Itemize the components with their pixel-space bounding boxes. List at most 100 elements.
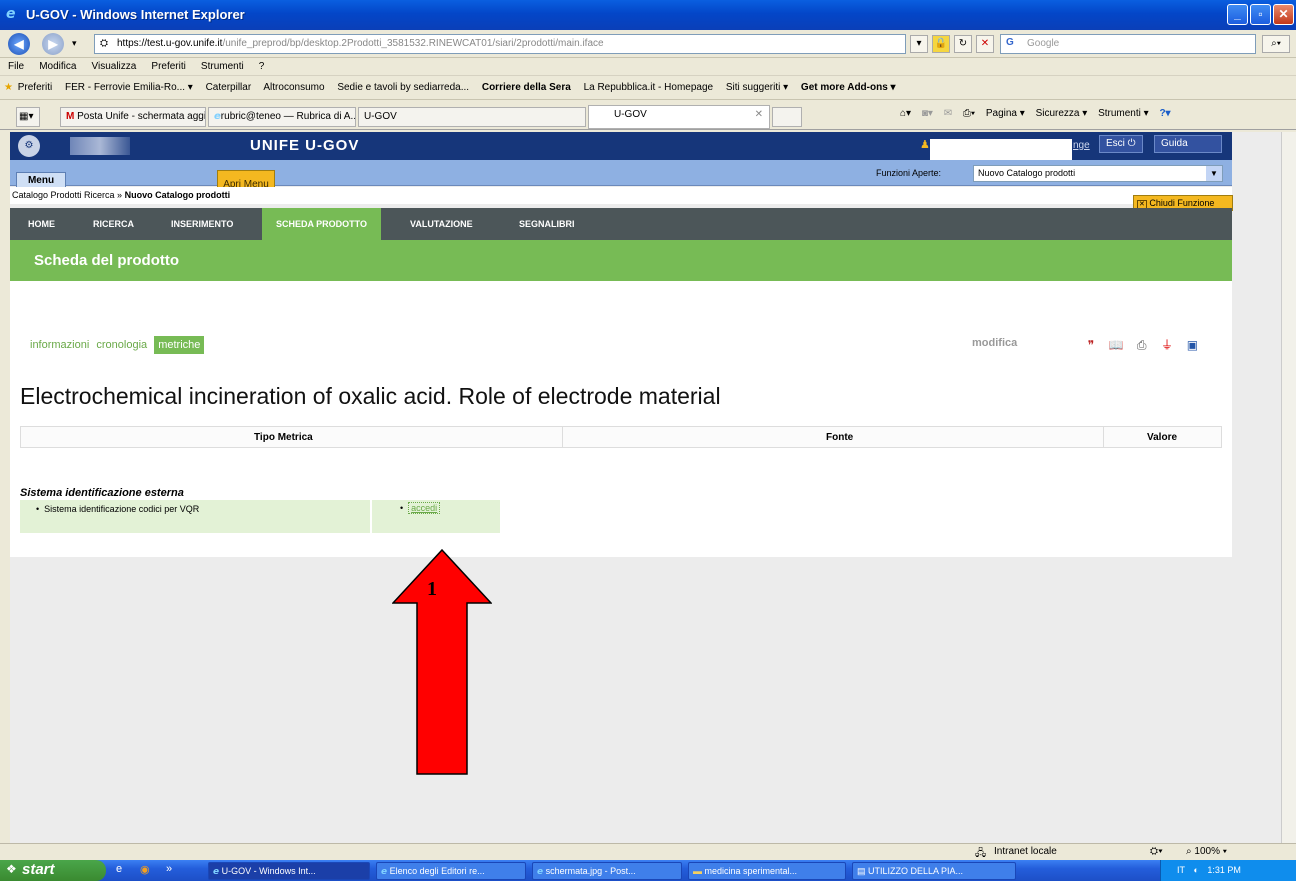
group-title: Sistema identificazione esterna xyxy=(20,487,184,499)
window-title: U-GOV - Windows Internet Explorer xyxy=(26,7,245,22)
mail-icon[interactable]: ✉ xyxy=(944,108,952,119)
fav-get-addons[interactable]: Get more Add-ons ▾ xyxy=(801,82,896,93)
maximize-button[interactable]: ▫ xyxy=(1250,4,1271,25)
menu-visualizza[interactable]: Visualizza xyxy=(92,61,137,72)
quick-tabs-icon[interactable]: ▦▾ xyxy=(16,107,40,127)
change-link[interactable]: nge xyxy=(1073,140,1090,151)
vertical-scrollbar[interactable] xyxy=(1281,132,1296,850)
address-toolbar: ◀ ▶ ▾ ⛭ https://test.u-gov.unife.it/unif… xyxy=(0,30,1296,58)
menu-preferiti[interactable]: Preferiti xyxy=(151,61,185,72)
task-elenco[interactable]: e Elenco degli Editori re... xyxy=(376,862,526,880)
task-ugov[interactable]: e U-GOV - Windows Int... xyxy=(208,862,370,880)
menu-file[interactable]: File xyxy=(8,61,24,72)
google-logo-icon: G xyxy=(1006,37,1014,48)
close-window-button[interactable]: ✕ xyxy=(1273,4,1294,25)
task-medicina[interactable]: ▬ medicina sperimental... xyxy=(688,862,846,880)
fav-siti-suggeriti[interactable]: Siti suggeriti ▾ xyxy=(726,82,788,93)
fav-sediarreda[interactable]: Sedie e tavoli by sediarreda... xyxy=(337,82,469,93)
cmd-pagina[interactable]: Pagina ▾ xyxy=(986,108,1025,119)
tab-ugov-active[interactable]: U-GOV ✕ xyxy=(588,105,770,129)
nav-inserimento[interactable]: INSERIMENTO xyxy=(160,208,244,240)
fav-altroconsumo[interactable]: Altroconsumo xyxy=(263,82,324,93)
subtab-informazioni[interactable]: informazioni xyxy=(30,339,89,351)
fav-corriere[interactable]: Corriere della Sera xyxy=(482,82,571,93)
close-tab-icon[interactable]: ✕ xyxy=(755,109,763,120)
breadcrumb-parent[interactable]: Catalogo Prodotti Ricerca » xyxy=(12,190,122,200)
language-indicator[interactable]: IT xyxy=(1177,865,1185,875)
nav-ricerca[interactable]: RICERCA xyxy=(82,208,145,240)
subtab-cronologia[interactable]: cronologia xyxy=(96,339,147,351)
stop-icon[interactable]: ✕ xyxy=(976,35,994,53)
section-header: Scheda del prodotto xyxy=(10,240,1232,281)
new-tab-button[interactable] xyxy=(772,107,802,127)
main-nav: HOME RICERCA INSERIMENTO SCHEDA PRODOTTO… xyxy=(10,208,1232,240)
app-brand: UNIFE U-GOV xyxy=(250,137,360,154)
task-utilizzo[interactable]: ▤ UTILIZZO DELLA PIA... xyxy=(852,862,1016,880)
task-schermata[interactable]: e schermata.jpg - Post... xyxy=(532,862,682,880)
url-host: https://test.u-gov.unife.it xyxy=(117,38,223,49)
favorites-bar: ★ Preferiti FER - Ferrovie Emilia-Ro... … xyxy=(0,76,1296,100)
metrics-table-header: Tipo Metrica Fonte Valore xyxy=(20,426,1222,448)
cmd-strumenti[interactable]: Strumenti ▾ xyxy=(1098,108,1149,119)
printer-icon[interactable]: ⎙ xyxy=(1133,338,1151,353)
help-icon[interactable]: ?▾ xyxy=(1159,108,1170,119)
feeds-icon[interactable]: ◙▾ xyxy=(922,108,933,119)
zoom-control[interactable]: ⌕ 100% ▾ xyxy=(1186,846,1227,857)
window-titlebar: e U-GOV - Windows Internet Explorer _ ▫ … xyxy=(0,0,1296,30)
page-viewport: ⚙ UNIFE U-GOV ♟ nge Esci ⏻ Guida Menu Ap… xyxy=(10,132,1281,850)
user-name-field xyxy=(930,139,1072,161)
cmd-sicurezza[interactable]: Sicurezza ▾ xyxy=(1036,108,1088,119)
nav-home[interactable]: HOME xyxy=(17,208,66,240)
back-button[interactable]: ◀ xyxy=(8,33,30,55)
subtab-metriche[interactable]: metriche xyxy=(154,336,205,354)
fav-caterpillar[interactable]: Caterpillar xyxy=(206,82,252,93)
annotation-number: 1 xyxy=(427,578,437,600)
tab-posta-unife[interactable]: M Posta Unife - schermata aggi... xyxy=(60,107,206,127)
protected-mode-icon[interactable]: ⛭▾ xyxy=(1150,846,1163,857)
clock[interactable]: 1:31 PM xyxy=(1207,865,1241,875)
tab-rubrica[interactable]: erubric@teneo — Rubrica di A... xyxy=(208,107,356,127)
sub-tabs: informazioni cronologia metriche xyxy=(30,336,208,354)
seal-icon: ⚙ xyxy=(18,135,40,157)
refresh-icon[interactable]: ↻ xyxy=(954,35,972,53)
modifica-link[interactable]: modifica xyxy=(972,337,1017,349)
lock-icon[interactable]: 🔒 xyxy=(932,35,950,53)
history-dropdown-icon[interactable]: ▾ xyxy=(72,38,77,49)
print-icon[interactable]: ⎙▾ xyxy=(963,108,975,119)
address-dropdown-icon[interactable]: ▾ xyxy=(910,35,928,53)
accedi-link[interactable]: accedi xyxy=(408,502,441,514)
search-button-icon[interactable]: ⌕▾ xyxy=(1262,35,1290,53)
app-toolbar: Menu Apri Menu Funzioni Aperte: Nuovo Ca… xyxy=(10,160,1232,190)
nav-segnalibri[interactable]: SEGNALIBRI xyxy=(508,208,586,240)
menu-modifica[interactable]: Modifica xyxy=(39,61,76,72)
minimize-button[interactable]: _ xyxy=(1227,4,1248,25)
search-input[interactable]: G Google xyxy=(1000,34,1256,54)
product-card: informazioni cronologia metriche modific… xyxy=(10,281,1232,557)
fav-ferrovie[interactable]: FER - Ferrovie Emilia-Ro... ▾ xyxy=(65,82,193,93)
quicklaunch-more-icon[interactable]: » xyxy=(166,863,172,875)
export-toolbar: ❞ 📖 ⎙ ⏚ ▣ xyxy=(1082,336,1205,353)
nav-scheda-prodotto[interactable]: SCHEDA PRODOTTO xyxy=(262,208,382,240)
row-label: Sistema identificazione codici per VQR xyxy=(44,504,200,514)
pdf-icon[interactable]: ⏚ xyxy=(1158,336,1176,353)
menu-help[interactable]: ? xyxy=(259,61,265,72)
fav-repubblica[interactable]: La Repubblica.it - Homepage xyxy=(584,82,714,93)
nav-valutazione[interactable]: VALUTAZIONE xyxy=(399,208,484,240)
tab-ugov[interactable]: U-GOV xyxy=(358,107,586,127)
chevron-down-icon[interactable]: ▼ xyxy=(1206,166,1222,181)
forward-button[interactable]: ▶ xyxy=(42,33,64,55)
favorites-button[interactable]: Preferiti xyxy=(18,82,52,93)
table-row: • Sistema identificazione codici per VQR… xyxy=(20,500,500,533)
word-icon[interactable]: ▣ xyxy=(1183,338,1201,352)
volume-icon[interactable]: ◐ xyxy=(1193,865,1198,875)
funzioni-select[interactable]: Nuovo Catalogo prodotti ▼ xyxy=(973,165,1223,182)
home-icon[interactable]: ⌂▾ xyxy=(900,108,911,119)
quicklaunch-firefox-icon[interactable]: ◉ xyxy=(140,863,150,876)
address-input[interactable]: ⛭ https://test.u-gov.unife.it/unife_prep… xyxy=(94,34,906,54)
esci-button[interactable]: Esci ⏻ xyxy=(1099,135,1143,153)
menu-strumenti[interactable]: Strumenti xyxy=(201,61,244,72)
citation-icon[interactable]: ❞ xyxy=(1082,338,1100,352)
quicklaunch-ie-icon[interactable]: e xyxy=(116,863,122,875)
guida-button[interactable]: Guida xyxy=(1154,135,1222,153)
book-icon[interactable]: 📖 xyxy=(1107,338,1125,352)
